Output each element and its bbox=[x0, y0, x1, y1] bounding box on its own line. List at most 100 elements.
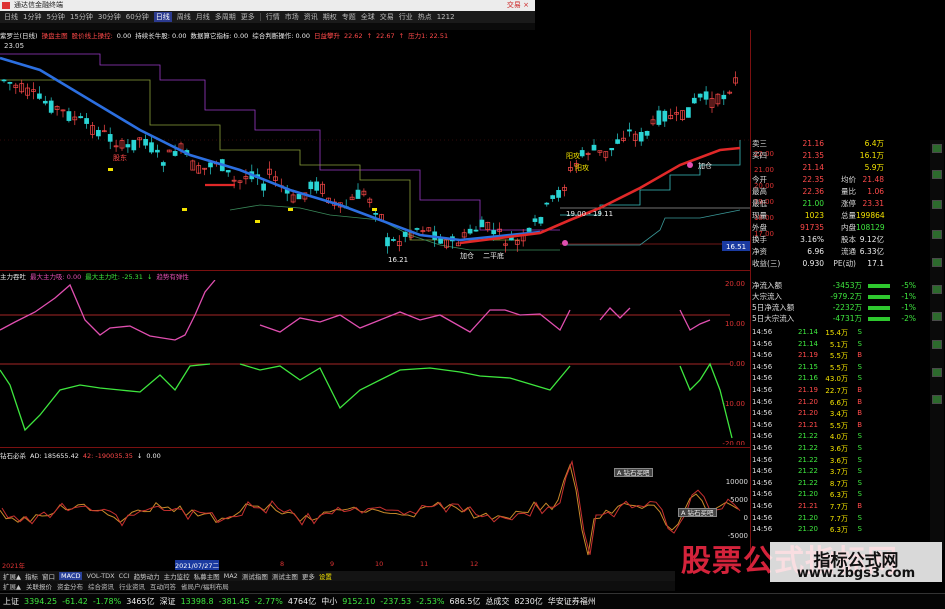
signal-marker bbox=[182, 208, 187, 211]
candlestick-chart[interactable]: 23.0519.00 - 19.1116.21阳攻阳攻加仓 二平底加仓股东16.5… bbox=[0, 40, 750, 270]
tab-4[interactable]: VOL-TDX bbox=[86, 572, 114, 580]
tick-row: 14:56 21.20 3.4万 B bbox=[752, 409, 866, 419]
period-10[interactable]: 更多 bbox=[241, 12, 255, 22]
diamond-buy-button[interactable]: A 钻石买吧 bbox=[678, 508, 717, 517]
period-3[interactable]: 15分钟 bbox=[70, 12, 93, 22]
tab-9[interactable]: MA2 bbox=[224, 572, 238, 580]
tab-6[interactable]: 趋势动力 bbox=[134, 571, 160, 581]
candle bbox=[556, 186, 561, 202]
tick-volume: 6.3万 bbox=[829, 526, 848, 535]
status-item: 总成交 bbox=[485, 597, 510, 606]
quote-label: 最低 bbox=[752, 199, 767, 208]
candle bbox=[7, 81, 13, 91]
period-4[interactable]: 30分钟 bbox=[98, 12, 121, 22]
tick-row: 14:56 21.21 7.7万 B bbox=[752, 502, 866, 512]
quote-label: 最高 bbox=[752, 187, 767, 196]
watermark-url: www.zbgs3.com bbox=[796, 566, 916, 581]
info-tab-6[interactable]: 省局户/福利布局 bbox=[181, 581, 229, 591]
tick-price: 21.15 bbox=[797, 362, 818, 371]
tool-button[interactable] bbox=[932, 170, 942, 179]
period-7[interactable]: 周线 bbox=[177, 12, 191, 22]
candle bbox=[656, 105, 662, 127]
tool-button[interactable] bbox=[932, 230, 942, 239]
menu-item-2[interactable]: 资讯 bbox=[304, 12, 318, 22]
tick-row: 14:56 21.20 6.3万 S bbox=[752, 525, 866, 535]
tick-row: 14:56 21.22 3.6万 S bbox=[752, 444, 866, 454]
tick-price: 21.22 bbox=[797, 444, 818, 452]
status-item: 华安证券福州 bbox=[547, 597, 596, 606]
quote-row: 换手 3.16% 股本 9.12亿 bbox=[752, 234, 884, 245]
info-tab-2[interactable]: 资金分布 bbox=[57, 581, 83, 591]
candle bbox=[320, 181, 325, 197]
tick-time: 14:56 bbox=[752, 490, 773, 499]
tick-price: 21.20 bbox=[797, 397, 818, 406]
tab-0[interactable]: 扩展▲ bbox=[3, 571, 21, 581]
menu-item-3[interactable]: 期权 bbox=[323, 12, 337, 22]
tick-side: B bbox=[857, 386, 862, 394]
period-8[interactable]: 月线 bbox=[196, 12, 210, 22]
status-item: 9152.10 bbox=[342, 597, 376, 606]
tick-side: S bbox=[857, 490, 862, 499]
tool-button[interactable] bbox=[932, 340, 942, 349]
period-5[interactable]: 60分钟 bbox=[126, 12, 149, 22]
tab-13[interactable]: 设置 bbox=[319, 571, 332, 581]
tab-3[interactable]: MACD bbox=[59, 572, 83, 580]
tab-10[interactable]: 测试指图 bbox=[242, 571, 268, 581]
y-tick-label: 10.00 bbox=[725, 320, 745, 328]
tick-time: 14:56 bbox=[752, 478, 773, 487]
tool-button[interactable] bbox=[932, 258, 942, 267]
svg-text:16.51: 16.51 bbox=[726, 243, 746, 251]
quote-row: 最低 21.00 涨停 23.31 bbox=[752, 198, 884, 209]
tab-2[interactable]: 窗口 bbox=[42, 571, 55, 581]
tick-side: B bbox=[857, 420, 862, 429]
candle bbox=[196, 162, 202, 175]
info-tab-4[interactable]: 行业资讯 bbox=[119, 581, 145, 591]
menu-item-5[interactable]: 全球 bbox=[361, 12, 375, 22]
period-9[interactable]: 多周期 bbox=[215, 12, 236, 22]
info-tab-5[interactable]: 互动问答 bbox=[150, 581, 176, 591]
diamond-buy-button[interactable]: A 钻石买吧 bbox=[614, 468, 653, 477]
candle bbox=[603, 151, 609, 162]
menu-item-7[interactable]: 行业 bbox=[399, 12, 413, 22]
tab-1[interactable]: 指标 bbox=[25, 571, 38, 581]
tab-8[interactable]: 私募主图 bbox=[194, 571, 220, 581]
flow-bar bbox=[868, 316, 890, 321]
fund-flow-indicator[interactable]: 20.00 10.00 0.00 -10.00 -20.00 bbox=[0, 280, 750, 445]
info-tab-0[interactable]: 扩展▲ bbox=[3, 581, 21, 591]
signal-text: 股东 bbox=[113, 153, 127, 162]
period-2[interactable]: 5分钟 bbox=[46, 12, 64, 22]
menu-item-6[interactable]: 交易 bbox=[380, 12, 394, 22]
candle bbox=[697, 93, 703, 102]
info-tab-3[interactable]: 综合资讯 bbox=[88, 581, 114, 591]
trade-close-button[interactable]: 交易 × bbox=[507, 0, 529, 11]
menu-item-4[interactable]: 专题 bbox=[342, 12, 356, 22]
menu-item-0[interactable]: 行情 bbox=[266, 12, 280, 22]
tool-button[interactable] bbox=[932, 200, 942, 209]
period-0[interactable]: 日线 bbox=[4, 12, 18, 22]
quote-label: 买四 bbox=[752, 151, 767, 160]
tick-list[interactable]: 14:56 21.14 15.4万 S 14:56 21.14 5.1万 S 14:56 21.1… bbox=[752, 328, 930, 538]
quote-label: 流通 bbox=[841, 247, 856, 256]
period-1[interactable]: 1分钟 bbox=[23, 12, 41, 22]
candle bbox=[225, 170, 231, 177]
period-6[interactable]: 日线 bbox=[153, 12, 172, 22]
tab-11[interactable]: 测试主图 bbox=[272, 571, 298, 581]
tool-button[interactable] bbox=[932, 312, 942, 321]
candle bbox=[503, 239, 508, 253]
flow-bar bbox=[868, 283, 890, 288]
tab-5[interactable]: CCI bbox=[119, 572, 130, 580]
menu-item-1[interactable]: 市场 bbox=[285, 12, 299, 22]
tool-button[interactable] bbox=[932, 395, 942, 404]
flow-value: -4731万 bbox=[832, 314, 862, 323]
tick-time: 14:56 bbox=[752, 397, 773, 406]
tool-button[interactable] bbox=[932, 144, 942, 153]
y-tick-label: 20.00 bbox=[725, 280, 745, 288]
menu-item-8[interactable]: 热点 bbox=[418, 12, 432, 22]
tab-7[interactable]: 主力监控 bbox=[164, 571, 190, 581]
info-tab-1[interactable]: 关联报价 bbox=[26, 581, 52, 591]
tool-button[interactable] bbox=[932, 368, 942, 377]
tool-button[interactable] bbox=[932, 285, 942, 294]
quote-value: 9.12亿 bbox=[859, 235, 884, 244]
tab-12[interactable]: 更多 bbox=[302, 571, 315, 581]
menu-item-9[interactable]: 1212 bbox=[437, 13, 455, 21]
